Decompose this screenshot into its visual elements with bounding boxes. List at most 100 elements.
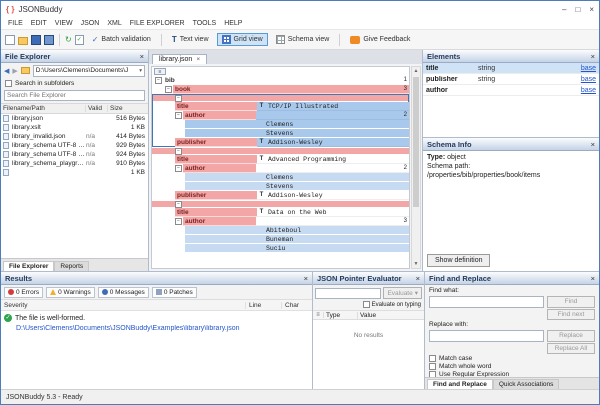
collapse-icon[interactable]: − (175, 218, 182, 225)
folder-up-icon[interactable] (21, 67, 30, 74)
grid-row-author-member[interactable]: Buneman (152, 235, 409, 244)
search-subfolders-option[interactable]: Search in subfolders (1, 78, 148, 89)
collapse-icon[interactable]: − (175, 112, 182, 119)
base-link[interactable]: base (581, 65, 596, 72)
file-row[interactable]: library.json 516 Bytes (1, 114, 148, 123)
evaluate-on-typing-checkbox[interactable] (363, 301, 370, 308)
json-pointer-evaluator-close-icon[interactable]: × (416, 274, 420, 283)
menu-xml[interactable]: XML (103, 19, 125, 28)
value-cell[interactable]: TCP/IP Illustrated (266, 102, 409, 111)
find-input[interactable] (429, 296, 544, 308)
menu-json[interactable]: JSON (77, 19, 104, 28)
replace-all-button[interactable]: Replace All (547, 343, 595, 354)
maximize-button[interactable]: □ (575, 5, 580, 14)
search-subfolders-checkbox[interactable] (5, 80, 12, 87)
file-row[interactable]: library_schema UTF-8 NO BO... n/a 924 By… (1, 150, 148, 159)
grid-row-author[interactable]: − author 2 (152, 111, 409, 120)
base-link[interactable]: base (581, 76, 596, 83)
grid-row-title[interactable]: title T Advanced Programming (152, 155, 409, 164)
scrollbar-thumb[interactable] (413, 77, 419, 207)
grid-view-button[interactable]: Grid view (217, 33, 268, 46)
forward-icon[interactable]: ▶ (12, 67, 17, 75)
replace-button[interactable]: Replace (547, 330, 595, 342)
schema-view-button[interactable]: Schema view (271, 33, 335, 46)
grid-item-3[interactable]: − title T Data on the Web − author (152, 200, 409, 253)
replace-input[interactable] (429, 330, 544, 342)
value-cell[interactable]: Advanced Programming (266, 155, 409, 164)
file-explorer-close-icon[interactable]: × (140, 52, 144, 61)
path-combo[interactable]: D:\Users\Clemens\Documents\J ▾ (33, 65, 145, 77)
value-cell[interactable]: Addison-Wesley (266, 138, 409, 147)
back-icon[interactable]: ◀ (4, 67, 9, 75)
evaluator-table-header[interactable]: ≡ Type Value (313, 310, 424, 320)
grid-row-title[interactable]: title T Data on the Web (152, 208, 409, 217)
tab-file-explorer[interactable]: File Explorer (3, 261, 54, 271)
close-button[interactable]: × (589, 5, 594, 14)
file-explorer-search-input[interactable] (4, 90, 145, 101)
evaluate-on-typing-option[interactable]: Evaluate on typing (313, 301, 424, 310)
batch-validation-button[interactable]: ✓ Batch validation (87, 33, 156, 47)
grid-row-author-member[interactable]: Clemens (152, 120, 409, 129)
schema-info-close-icon[interactable]: × (591, 140, 595, 149)
match-whole-word-checkbox[interactable] (429, 363, 436, 370)
file-row[interactable]: 1 KB (1, 168, 148, 177)
menu-edit[interactable]: EDIT (27, 19, 51, 28)
menu-help[interactable]: HELP (220, 19, 246, 28)
match-case-option[interactable]: Match case (429, 355, 595, 362)
results-close-icon[interactable]: × (304, 274, 308, 283)
grid-row-book[interactable]: − book 3 (152, 85, 409, 94)
grid-menu-icon[interactable]: ≡ (154, 68, 166, 75)
vertical-scrollbar[interactable]: ▲ ▼ (411, 66, 421, 269)
save-icon[interactable] (31, 35, 41, 45)
scroll-up-icon[interactable]: ▲ (412, 67, 420, 75)
validate-document-icon[interactable]: ✓ (75, 35, 84, 45)
grid-item-1[interactable]: − title T TCP/IP Illustrated − author (152, 94, 409, 147)
grid-row-title[interactable]: title T TCP/IP Illustrated (152, 102, 409, 111)
scroll-down-icon[interactable]: ▼ (412, 260, 420, 268)
menu-view[interactable]: VIEW (51, 19, 77, 28)
grid-row-author-member[interactable]: Suciu (152, 244, 409, 253)
tab-quick-associations[interactable]: Quick Associations (493, 379, 560, 389)
find-button[interactable]: Find (547, 296, 595, 308)
menu-file-explorer[interactable]: FILE EXPLORER (126, 19, 189, 28)
collapse-icon[interactable]: − (175, 165, 182, 172)
tab-library-json[interactable]: library.json × (152, 54, 207, 64)
collapse-icon[interactable]: − (165, 86, 172, 93)
value-cell[interactable] (256, 111, 409, 120)
minimize-button[interactable]: – (562, 5, 566, 14)
grid-row-author-member[interactable]: Abiteboul (152, 226, 409, 235)
collapse-icon[interactable]: − (175, 148, 182, 155)
grid-row-publisher[interactable]: publisher T Addison-Wesley (152, 191, 409, 200)
grid-row-publisher[interactable]: publisher T Addison-Wesley (152, 138, 409, 147)
grid-row-author[interactable]: − author 2 (152, 164, 409, 173)
file-row[interactable]: library_invalid.json n/a 414 Bytes (1, 132, 148, 141)
menu-file[interactable]: FILE (4, 19, 27, 28)
grid-item-2[interactable]: − title T Advanced Programming − author (152, 147, 409, 200)
result-file-link[interactable]: D:\Users\Clemens\Documents\JSONBuddy\Exa… (16, 325, 309, 332)
file-row[interactable]: library_schema UTF-8 BOM.json n/a 929 By… (1, 141, 148, 150)
show-definition-button[interactable]: Show definition (427, 254, 490, 267)
refresh-icon[interactable]: ↻ (65, 35, 72, 45)
value-cell[interactable]: Data on the Web (266, 208, 409, 217)
grid-row-bib[interactable]: − bib 1 (152, 76, 409, 85)
grid-row-author-member[interactable]: Clemens (152, 173, 409, 182)
element-row-title[interactable]: title string base (423, 63, 599, 74)
match-case-checkbox[interactable] (429, 355, 436, 362)
grid-row-author[interactable]: − author 3 (152, 217, 409, 226)
find-next-button[interactable]: Find next (547, 309, 595, 320)
base-link[interactable]: base (581, 87, 596, 94)
collapse-icon[interactable]: − (175, 95, 182, 102)
collapse-icon[interactable]: − (175, 201, 182, 208)
warnings-filter-button[interactable]: 0 Warnings (46, 287, 95, 298)
tab-reports[interactable]: Reports (54, 261, 89, 271)
match-whole-word-option[interactable]: Match whole word (429, 363, 595, 370)
errors-filter-button[interactable]: 0 Errors (4, 287, 43, 298)
result-message-row[interactable]: ✓ The file is well-formed. (4, 314, 309, 322)
collapse-icon[interactable]: − (155, 77, 162, 84)
elements-close-icon[interactable]: × (591, 52, 595, 61)
file-list-header[interactable]: Filename/Path Valid Size (1, 103, 148, 114)
menu-tools[interactable]: TOOLS (189, 19, 221, 28)
results-table-header[interactable]: Severity Line Char (1, 300, 312, 311)
find-replace-close-icon[interactable]: × (591, 274, 595, 283)
value-cell[interactable] (256, 164, 409, 173)
